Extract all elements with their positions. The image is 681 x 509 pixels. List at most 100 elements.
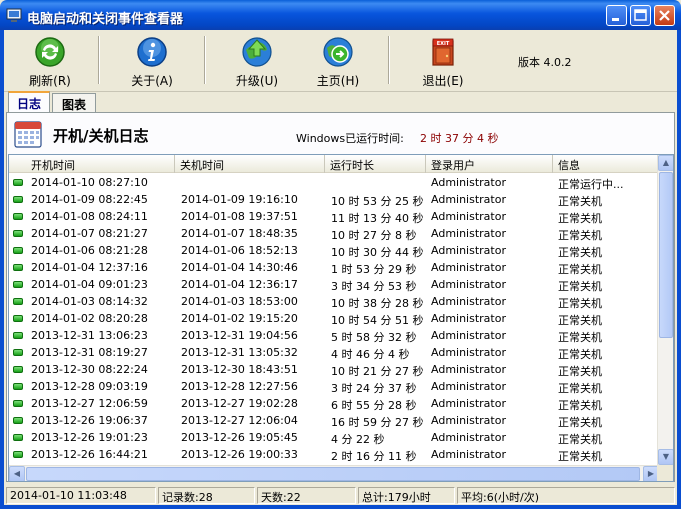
table-row[interactable]: 2014-01-10 08:27:10 Administrator 正常运行中... — [9, 174, 659, 191]
exit-icon: EXIT — [432, 38, 454, 66]
home-button[interactable]: 主页(H) — [296, 34, 380, 90]
cell-shutdown-time: 2014-01-04 14:30:46 — [181, 261, 298, 274]
cell-boot-time: 2014-01-02 08:20:28 — [31, 312, 148, 325]
table-row[interactable]: 2013-12-26 19:06:37 2013-12-27 12:06:04 16… — [9, 412, 659, 429]
vertical-scroll-thumb[interactable] — [659, 172, 673, 338]
cell-duration: 10 时 21 分 27 秒 — [331, 365, 424, 378]
cell-info: 正常关机 — [558, 212, 602, 225]
status-led-icon — [13, 349, 23, 356]
cell-user: Administrator — [431, 448, 506, 461]
cell-boot-time: 2014-01-04 09:01:23 — [31, 278, 148, 291]
about-button[interactable]: 关于(A) — [110, 34, 194, 90]
cell-user: Administrator — [431, 176, 506, 189]
cell-shutdown-time: 2014-01-08 19:37:51 — [181, 210, 298, 223]
table-row[interactable]: 2013-12-30 08:22:24 2013-12-30 18:43:51 10… — [9, 361, 659, 378]
cell-boot-time: 2014-01-10 08:27:10 — [31, 176, 148, 189]
scroll-corner — [657, 465, 673, 481]
cell-duration: 4 时 46 分 4 秒 — [331, 348, 410, 361]
exit-button[interactable]: EXIT 退出(E) — [401, 34, 485, 90]
scroll-up-button[interactable]: ▲ — [658, 155, 673, 171]
status-led-icon — [13, 451, 23, 458]
cell-user: Administrator — [431, 431, 506, 444]
table-row[interactable]: 2013-12-26 19:01:23 2013-12-26 19:05:45 4 … — [9, 429, 659, 446]
cell-user: Administrator — [431, 193, 506, 206]
cell-info: 正常关机 — [558, 416, 602, 429]
refresh-button[interactable]: 刷新(R) — [8, 34, 92, 90]
cell-duration: 3 时 24 分 37 秒 — [331, 382, 417, 395]
table-row[interactable]: 2014-01-06 08:21:28 2014-01-06 18:52:13 10… — [9, 242, 659, 259]
scroll-left-button[interactable]: ◀ — [9, 466, 25, 481]
cell-duration: 1 时 53 分 29 秒 — [331, 263, 417, 276]
status-led-icon — [13, 315, 23, 322]
cell-info: 正常关机 — [558, 348, 602, 361]
vertical-scrollbar[interactable]: ▲ ▼ — [657, 155, 673, 465]
cell-info: 正常关机 — [558, 399, 602, 412]
cell-info: 正常关机 — [558, 263, 602, 276]
table-row[interactable]: 2014-01-04 09:01:23 2014-01-04 12:36:17 3 … — [9, 276, 659, 293]
table-row[interactable]: 2013-12-27 12:06:59 2013-12-27 19:02:28 6 … — [9, 395, 659, 412]
upgrade-button[interactable]: 升级(U) — [215, 34, 299, 90]
column-header-duration[interactable]: 运行时长 — [325, 155, 426, 173]
table-row[interactable]: 2014-01-08 08:24:11 2014-01-08 19:37:51 11… — [9, 208, 659, 225]
cell-duration: 6 时 55 分 28 秒 — [331, 399, 417, 412]
table-row[interactable]: 2014-01-03 08:14:32 2014-01-03 18:53:00 10… — [9, 293, 659, 310]
table-row[interactable]: 2014-01-04 12:37:16 2014-01-04 14:30:46 1 … — [9, 259, 659, 276]
table-row[interactable]: 2013-12-26 16:44:21 2013-12-26 19:00:33 2 … — [9, 446, 659, 463]
cell-duration: 4 分 22 秒 — [331, 433, 385, 446]
cell-info: 正常关机 — [558, 365, 602, 378]
home-icon — [323, 37, 353, 67]
cell-shutdown-time: 2013-12-28 12:27:56 — [181, 380, 298, 393]
cell-duration: 5 时 58 分 32 秒 — [331, 331, 417, 344]
minimize-icon — [612, 18, 619, 21]
column-header-shutdown-time[interactable]: 关机时间 — [175, 155, 325, 173]
about-icon — [137, 37, 167, 67]
status-record-count: 记录数:28 — [158, 487, 255, 504]
horizontal-scrollbar[interactable]: ◀ ▶ — [9, 465, 659, 481]
column-header-info[interactable]: 信息 — [553, 155, 659, 173]
table-row[interactable]: 2013-12-31 08:19:27 2013-12-31 13:05:32 4 … — [9, 344, 659, 361]
status-led-icon — [13, 230, 23, 237]
cell-shutdown-time: 2013-12-31 19:04:56 — [181, 329, 298, 342]
minimize-button[interactable] — [606, 5, 627, 26]
cell-shutdown-time: 2013-12-26 19:05:45 — [181, 431, 298, 444]
title-bar[interactable]: 电脑启动和关闭事件查看器 — [0, 0, 681, 30]
cell-shutdown-time: 2014-01-02 19:15:20 — [181, 312, 298, 325]
list-rows: 2014-01-10 08:27:10 Administrator 正常运行中...… — [9, 174, 659, 463]
table-row[interactable]: 2013-12-28 09:03:19 2013-12-28 12:27:56 3 … — [9, 378, 659, 395]
refresh-label: 刷新(R) — [29, 74, 71, 88]
upgrade-label: 升级(U) — [235, 74, 279, 88]
cell-shutdown-time: 2014-01-07 18:48:35 — [181, 227, 298, 240]
scroll-down-button[interactable]: ▼ — [658, 449, 673, 465]
cell-user: Administrator — [431, 261, 506, 274]
table-row[interactable]: 2014-01-02 08:20:28 2014-01-02 19:15:20 10… — [9, 310, 659, 327]
cell-shutdown-time: 2013-12-30 18:43:51 — [181, 363, 298, 376]
uptime-value: 2 时 37 分 4 秒 — [420, 132, 499, 145]
close-button[interactable] — [654, 5, 675, 26]
app-icon — [6, 8, 22, 22]
cell-boot-time: 2013-12-31 13:06:23 — [31, 329, 148, 342]
tab-chart[interactable]: 图表 — [52, 93, 96, 112]
cell-info: 正常关机 — [558, 314, 602, 327]
maximize-button[interactable] — [630, 5, 651, 26]
cell-info: 正常运行中... — [558, 178, 624, 191]
table-row[interactable]: 2014-01-07 08:21:27 2014-01-07 18:48:35 10… — [9, 225, 659, 242]
column-header-boot-time[interactable]: 开机时间 — [9, 155, 175, 173]
status-led-icon — [13, 281, 23, 288]
tab-log[interactable]: 日志 — [8, 91, 50, 113]
about-label: 关于(A) — [131, 74, 173, 88]
event-list[interactable]: 开机时间 关机时间 运行时长 登录用户 信息 2014-01-10 08:27:… — [8, 154, 674, 482]
toolbar-separator — [98, 36, 100, 84]
cell-boot-time: 2014-01-09 08:22:45 — [31, 193, 148, 206]
cell-boot-time: 2013-12-31 08:19:27 — [31, 346, 148, 359]
cell-info: 正常关机 — [558, 195, 602, 208]
table-row[interactable]: 2014-01-09 08:22:45 2014-01-09 19:16:10 10… — [9, 191, 659, 208]
table-row[interactable]: 2013-12-31 13:06:23 2013-12-31 19:04:56 5 … — [9, 327, 659, 344]
status-led-icon — [13, 332, 23, 339]
cell-duration: 10 时 38 分 28 秒 — [331, 297, 424, 310]
column-header-user[interactable]: 登录用户 — [426, 155, 553, 173]
cell-info: 正常关机 — [558, 280, 602, 293]
horizontal-scroll-thumb[interactable] — [26, 467, 640, 481]
cell-user: Administrator — [431, 380, 506, 393]
cell-user: Administrator — [431, 210, 506, 223]
cell-duration: 10 时 54 分 51 秒 — [331, 314, 424, 327]
